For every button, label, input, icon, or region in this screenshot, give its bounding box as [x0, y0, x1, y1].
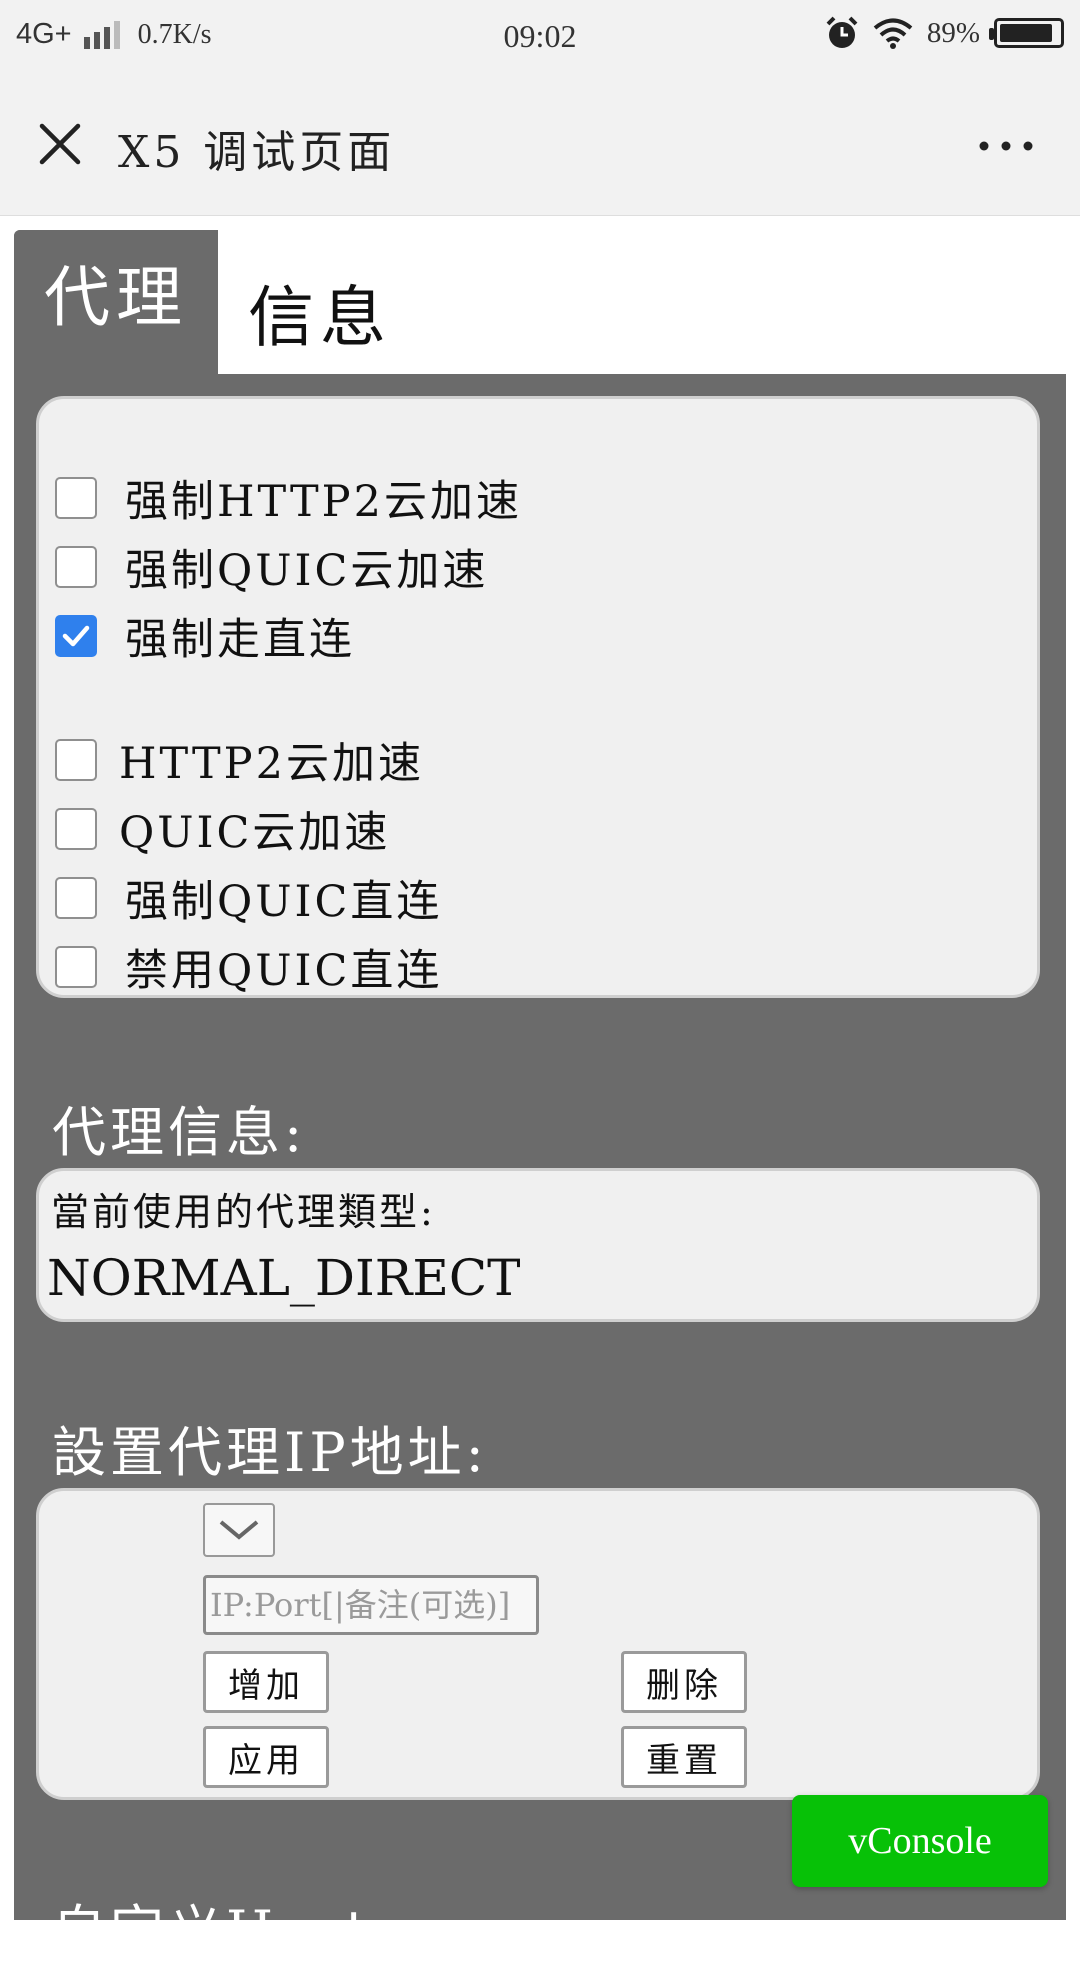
option-force-direct[interactable]: 强制走直连 — [55, 605, 355, 667]
proxy-info-card: 當前使用的代理類型: NORMAL_DIRECT — [36, 1168, 1040, 1322]
option-label: QUIC云加速 — [119, 808, 391, 858]
option-label: 强制QUIC云加速 — [125, 546, 489, 596]
status-bar: 4G+ 0.7K/s 09:02 89% — [0, 0, 1080, 78]
battery-fill — [1000, 24, 1052, 42]
tab-info[interactable]: 信息 — [218, 230, 1066, 374]
proxy-ip-card: 增加 删除 应用 重置 — [36, 1488, 1040, 1800]
option-quic-cloud[interactable]: QUIC云加速 — [55, 798, 390, 860]
reset-button[interactable]: 重置 — [621, 1726, 747, 1788]
option-label: 强制走直连 — [125, 615, 355, 665]
option-label: 强制QUIC直连 — [125, 877, 443, 927]
checkbox[interactable] — [55, 946, 97, 988]
status-right: 89% — [825, 16, 1064, 50]
checkbox-checked[interactable] — [55, 615, 97, 657]
checkbox[interactable] — [55, 739, 97, 781]
wifi-icon — [873, 18, 913, 49]
proxy-ip-input[interactable] — [203, 1575, 539, 1635]
proxy-ip-title: 設置代理IP地址: — [52, 1421, 488, 1484]
option-disable-quic-direct[interactable]: 禁用QUIC直连 — [55, 936, 442, 998]
close-icon[interactable] — [36, 120, 84, 168]
option-label: 禁用QUIC直连 — [125, 946, 443, 996]
delete-button[interactable]: 删除 — [621, 1651, 747, 1713]
add-button[interactable]: 增加 — [203, 1651, 329, 1713]
apply-button[interactable]: 应用 — [203, 1726, 329, 1788]
option-force-quic-direct[interactable]: 强制QUIC直连 — [55, 867, 442, 929]
option-http2-cloud[interactable]: HTTP2云加速 — [55, 729, 424, 791]
proxy-info-title: 代理信息: — [52, 1101, 307, 1164]
custom-hosts-title: 自定义Hosts: — [52, 1899, 425, 1962]
alarm-icon — [826, 16, 858, 48]
checkbox[interactable] — [55, 546, 97, 588]
checkbox[interactable] — [55, 808, 97, 850]
option-label: 强制HTTP2云加速 — [125, 477, 522, 527]
tab-proxy[interactable]: 代理 — [14, 230, 218, 374]
title-bar: X5 调试页面 — [0, 78, 1080, 216]
battery-icon — [989, 18, 1064, 48]
tab-bar: 代理 信息 — [14, 230, 1066, 374]
chevron-down-icon — [219, 1520, 259, 1540]
debug-panel: 代理 信息 强制HTTP2云加速 强制QUIC云加速 强制走直连 HTTP2云加… — [14, 230, 1066, 1962]
check-icon — [62, 625, 90, 647]
option-force-http2-cloud[interactable]: 强制HTTP2云加速 — [55, 467, 522, 529]
option-label: HTTP2云加速 — [119, 739, 424, 789]
vconsole-button[interactable]: vConsole — [792, 1795, 1048, 1887]
checkbox[interactable] — [55, 877, 97, 919]
page-title: X5 调试页面 — [118, 127, 396, 178]
proxy-select[interactable] — [203, 1503, 275, 1557]
battery-percent: 89% — [926, 16, 980, 49]
proxy-type-label: 當前使用的代理類型: — [51, 1190, 436, 1234]
option-force-quic-cloud[interactable]: 强制QUIC云加速 — [55, 536, 488, 598]
checkbox[interactable] — [55, 477, 97, 519]
proxy-options-card: 强制HTTP2云加速 强制QUIC云加速 强制走直连 HTTP2云加速 QUIC… — [36, 396, 1040, 998]
more-icon[interactable] — [976, 134, 1036, 158]
proxy-type-value: NORMAL_DIRECT — [47, 1249, 521, 1307]
